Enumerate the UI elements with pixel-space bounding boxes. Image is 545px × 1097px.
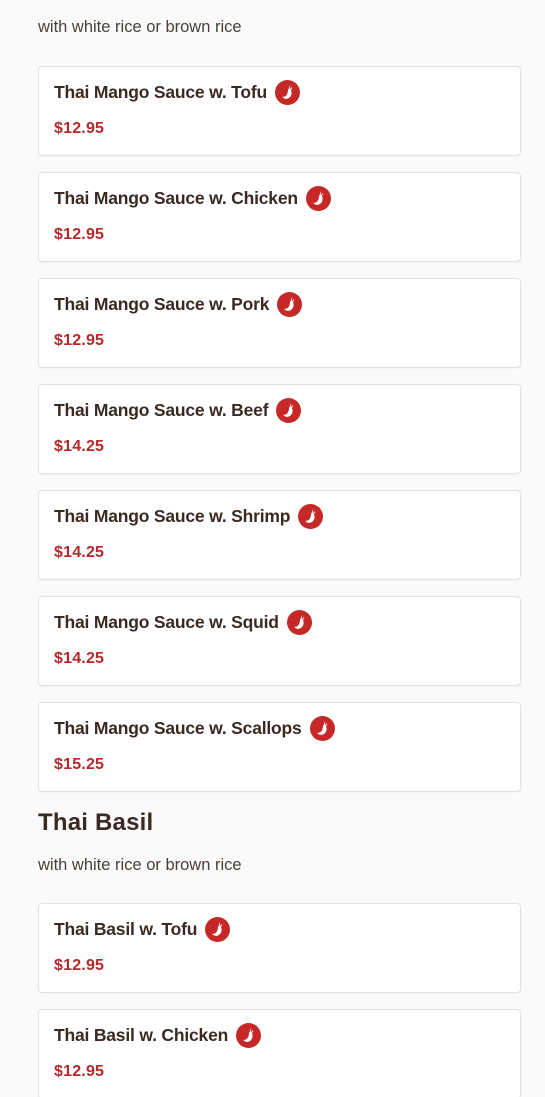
menu-page: with white rice or brown rice Thai Mango… (0, 0, 545, 1097)
menu-item-name: Thai Basil w. Tofu (54, 919, 198, 939)
menu-item-price: $14.25 (54, 438, 105, 455)
menu-item-price: $12.95 (54, 120, 105, 137)
menu-item-price: $12.95 (54, 1063, 105, 1080)
menu-item-header: Thai Mango Sauce w. Scallops (54, 716, 335, 741)
menu-item-card[interactable]: Thai Basil w. Tofu $12.95 (38, 903, 521, 993)
menu-item-name: Thai Mango Sauce w. Tofu (54, 82, 267, 102)
menu-item-card[interactable]: Thai Mango Sauce w. Shrimp $14.25 (38, 490, 521, 580)
menu-item-card[interactable]: Thai Mango Sauce w. Chicken $12.95 (38, 172, 521, 262)
menu-item-card[interactable]: Thai Mango Sauce w. Beef $14.25 (38, 384, 521, 474)
menu-item-price: $14.25 (54, 544, 105, 561)
menu-item-price: $14.25 (54, 650, 105, 667)
spicy-pepper-icon (276, 398, 302, 423)
section-description: with white rice or brown rice (38, 856, 242, 874)
menu-item-header: Thai Basil w. Chicken (54, 1023, 262, 1048)
menu-item-header: Thai Mango Sauce w. Chicken (54, 186, 331, 211)
menu-item-name: Thai Mango Sauce w. Squid (54, 612, 279, 632)
spicy-pepper-icon (236, 1023, 262, 1048)
menu-item-header: Thai Mango Sauce w. Beef (54, 398, 302, 423)
spicy-pepper-icon (275, 80, 300, 105)
spicy-pepper-icon (298, 504, 324, 529)
menu-item-name: Thai Mango Sauce w. Chicken (54, 188, 298, 208)
menu-item-card[interactable]: Thai Mango Sauce w. Pork $12.95 (38, 278, 521, 368)
menu-item-name: Thai Mango Sauce w. Shrimp (54, 506, 291, 526)
menu-item-price: $12.95 (54, 957, 105, 974)
menu-item-card[interactable]: Thai Basil w. Chicken $12.95 (38, 1009, 521, 1097)
spicy-pepper-icon (286, 610, 312, 635)
menu-item-name: Thai Basil w. Chicken (54, 1025, 229, 1045)
section-title: Thai Basil (38, 809, 154, 836)
menu-item-card[interactable]: Thai Mango Sauce w. Squid $14.25 (38, 596, 521, 686)
menu-item-header: Thai Mango Sauce w. Shrimp (54, 504, 324, 529)
menu-item-name: Thai Mango Sauce w. Scallops (54, 718, 302, 738)
menu-item-name: Thai Mango Sauce w. Pork (54, 294, 270, 314)
menu-item-header: Thai Mango Sauce w. Tofu (54, 80, 300, 105)
menu-item-name: Thai Mango Sauce w. Beef (54, 400, 269, 420)
spicy-pepper-icon (305, 186, 331, 211)
menu-item-card[interactable]: Thai Mango Sauce w. Tofu $12.95 (38, 66, 521, 156)
menu-item-header: Thai Mango Sauce w. Squid (54, 610, 312, 635)
menu-item-card[interactable]: Thai Mango Sauce w. Scallops $15.25 (38, 702, 521, 792)
spicy-pepper-icon (309, 716, 335, 741)
menu-item-header: Thai Mango Sauce w. Pork (54, 292, 303, 317)
menu-item-price: $15.25 (54, 756, 105, 773)
menu-item-header: Thai Basil w. Tofu (54, 917, 231, 942)
menu-item-price: $12.95 (54, 332, 105, 349)
spicy-pepper-icon (277, 292, 303, 317)
menu-item-price: $12.95 (54, 226, 105, 243)
spicy-pepper-icon (205, 917, 231, 942)
section-description: with white rice or brown rice (38, 18, 242, 36)
